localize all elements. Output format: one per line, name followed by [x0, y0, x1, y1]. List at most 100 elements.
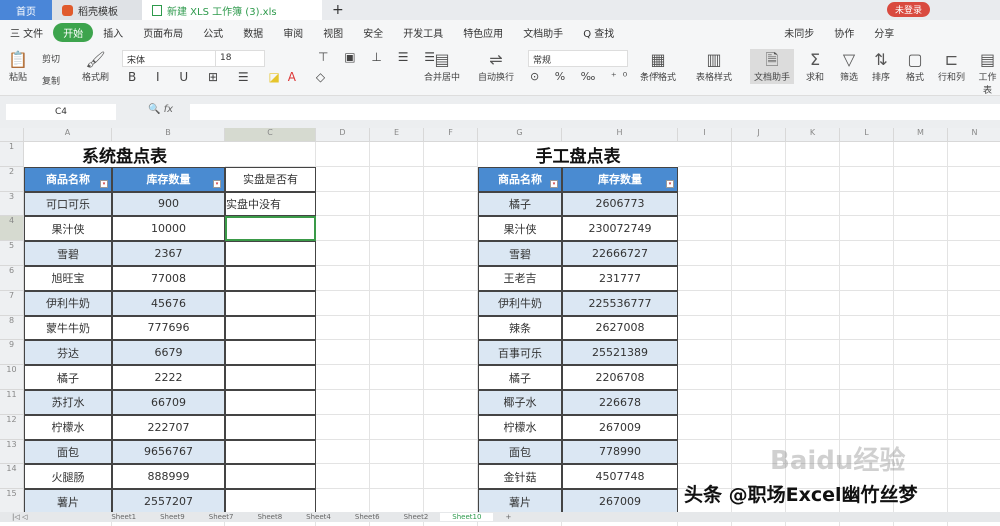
menu-item[interactable]: 页面布局 [133, 25, 193, 40]
actual-check-cell[interactable] [225, 315, 316, 341]
tab-home[interactable]: 首页 [0, 0, 52, 20]
format-button[interactable]: ▢ 格式 [906, 50, 924, 83]
sheet-tab[interactable]: Sheet4 [294, 513, 343, 521]
row-header[interactable]: 2 [0, 166, 24, 192]
number-format-select[interactable]: 常规 [528, 50, 628, 67]
manual-table-cell[interactable]: 王老吉 [478, 266, 562, 291]
actual-check-cell[interactable] [225, 365, 316, 390]
manual-table-cell[interactable]: 雪碧 [478, 241, 562, 266]
system-table-cell[interactable]: 苏打水 [24, 390, 112, 415]
select-all-corner[interactable] [0, 128, 24, 142]
system-table-cell[interactable]: 10000 [112, 216, 225, 242]
system-table-cell[interactable]: 888999 [112, 464, 225, 490]
tab-docer[interactable]: 稻壳模板 [52, 0, 142, 20]
conditional-format-button[interactable]: ▦ 条件格式 [640, 50, 676, 83]
copy-button[interactable]: 复制 [42, 74, 60, 87]
tab-workbook[interactable]: 新建 XLS 工作簿 (3).xls [142, 0, 322, 20]
column-header[interactable]: J [732, 128, 786, 142]
column-header[interactable]: G [478, 128, 562, 142]
filter-dropdown-icon[interactable]: ▾ [666, 179, 674, 188]
system-table-cell[interactable]: 火腿肠 [24, 464, 112, 490]
menu-item[interactable]: 开发工具 [393, 25, 453, 40]
manual-table-cell[interactable]: 22666727 [562, 241, 678, 266]
sort-button[interactable]: ⇅ 排序 [872, 50, 890, 83]
manual-table-cell[interactable]: 267009 [562, 489, 678, 514]
sheet-tab[interactable]: Sheet1 [99, 513, 148, 521]
actual-check-cell[interactable]: 实盘中没有 [225, 191, 316, 217]
system-table-cell[interactable]: 2222 [112, 365, 225, 390]
column-header[interactable]: I [678, 128, 732, 142]
manual-table-cell[interactable]: 267009 [562, 414, 678, 440]
table-style-button[interactable]: ▥ 表格样式 [696, 50, 732, 83]
manual-table-cell[interactable]: 辣条 [478, 315, 562, 341]
system-table-cell[interactable]: 9656767 [112, 439, 225, 465]
system-table-cell[interactable]: 旭旺宝 [24, 266, 112, 291]
sheet-tab[interactable]: Sheet7 [197, 513, 246, 521]
system-table-cell[interactable]: 伊利牛奶 [24, 290, 112, 316]
filter-button[interactable]: ▽ 筛选 [840, 50, 858, 83]
worksheet-button[interactable]: ▤ 工作表 [975, 50, 1000, 96]
system-table-cell[interactable]: 66709 [112, 390, 225, 415]
actual-check-cell[interactable] [225, 241, 316, 266]
column-header[interactable]: B [112, 128, 225, 142]
wrap-text-button[interactable]: ⇌ 自动换行 [478, 50, 514, 83]
cut-button[interactable]: 剪切 [42, 52, 60, 65]
system-table-cell[interactable]: 面包 [24, 439, 112, 465]
actual-check-cell[interactable] [225, 489, 316, 514]
manual-table-cell[interactable]: 2606773 [562, 191, 678, 217]
manual-table-cell[interactable]: 橘子 [478, 365, 562, 390]
new-tab-button[interactable]: + [322, 0, 354, 20]
row-header[interactable]: 4 [0, 216, 24, 242]
font-style-buttons[interactable]: B I U ⊞ ☰ ◪A ◇ [128, 70, 333, 84]
sheet-tab[interactable]: Sheet9 [148, 513, 197, 521]
actual-check-cell[interactable] [225, 464, 316, 490]
font-size-select[interactable]: 18 [215, 50, 265, 67]
manual-table-cell[interactable]: 2206708 [562, 365, 678, 390]
actual-check-cell[interactable] [225, 290, 316, 316]
system-table-cell[interactable]: 6679 [112, 340, 225, 366]
manual-table-cell[interactable]: 金针菇 [478, 464, 562, 490]
system-table-cell[interactable]: 薯片 [24, 489, 112, 514]
row-header[interactable]: 1 [0, 142, 24, 167]
manual-table-cell[interactable]: 百事可乐 [478, 340, 562, 366]
manual-table-cell[interactable]: 果汁侠 [478, 216, 562, 242]
column-header[interactable]: E [370, 128, 424, 142]
manual-table-cell[interactable]: 面包 [478, 439, 562, 465]
sheet-tab[interactable]: Sheet6 [343, 513, 392, 521]
row-header[interactable]: 12 [0, 414, 24, 440]
menu-item[interactable]: 三 文件 [0, 25, 53, 40]
sheet-tab[interactable]: Sheet8 [245, 513, 294, 521]
menu-item[interactable]: 数据 [233, 25, 273, 40]
add-sheet-button[interactable]: + [493, 513, 523, 521]
system-table-cell[interactable]: 橘子 [24, 365, 112, 390]
login-button[interactable]: 未登录 [886, 2, 930, 17]
column-header[interactable]: M [894, 128, 948, 142]
system-table-cell[interactable]: 果汁侠 [24, 216, 112, 242]
menu-item[interactable]: 公式 [193, 25, 233, 40]
manual-table-cell[interactable]: 柠檬水 [478, 414, 562, 440]
actual-check-header[interactable]: 实盘是否有 [225, 166, 316, 192]
menu-item[interactable]: 安全 [353, 25, 393, 40]
align-buttons[interactable]: ⊤ ▣ ⊥ ☰ ☰ [318, 50, 441, 64]
column-header[interactable]: N [948, 128, 1000, 142]
filter-dropdown-icon[interactable]: ▾ [550, 179, 558, 188]
row-header[interactable]: 7 [0, 290, 24, 316]
name-box[interactable]: C4 [6, 104, 116, 120]
system-table-cell[interactable]: 柠檬水 [24, 414, 112, 440]
menu-item[interactable]: 审阅 [273, 25, 313, 40]
actual-check-cell[interactable] [225, 414, 316, 440]
sheet-nav-buttons[interactable]: |◁ ◁ [0, 513, 39, 521]
row-header[interactable]: 6 [0, 266, 24, 291]
actual-check-cell[interactable] [225, 439, 316, 465]
manual-table-cell[interactable]: 25521389 [562, 340, 678, 366]
menu-item[interactable]: 视图 [313, 25, 353, 40]
manual-table-cell[interactable]: 椰子水 [478, 390, 562, 415]
doc-helper-button[interactable]: 🗎 文档助手 [750, 49, 795, 84]
system-table-cell[interactable]: 蒙牛牛奶 [24, 315, 112, 341]
column-header[interactable]: F [424, 128, 478, 142]
system-table-cell[interactable]: 2367 [112, 241, 225, 266]
manual-table-cell[interactable]: 2627008 [562, 315, 678, 341]
row-header[interactable]: 14 [0, 464, 24, 490]
row-header[interactable]: 15 [0, 489, 24, 514]
format-painter-button[interactable]: 🖌 格式刷 [82, 50, 109, 83]
